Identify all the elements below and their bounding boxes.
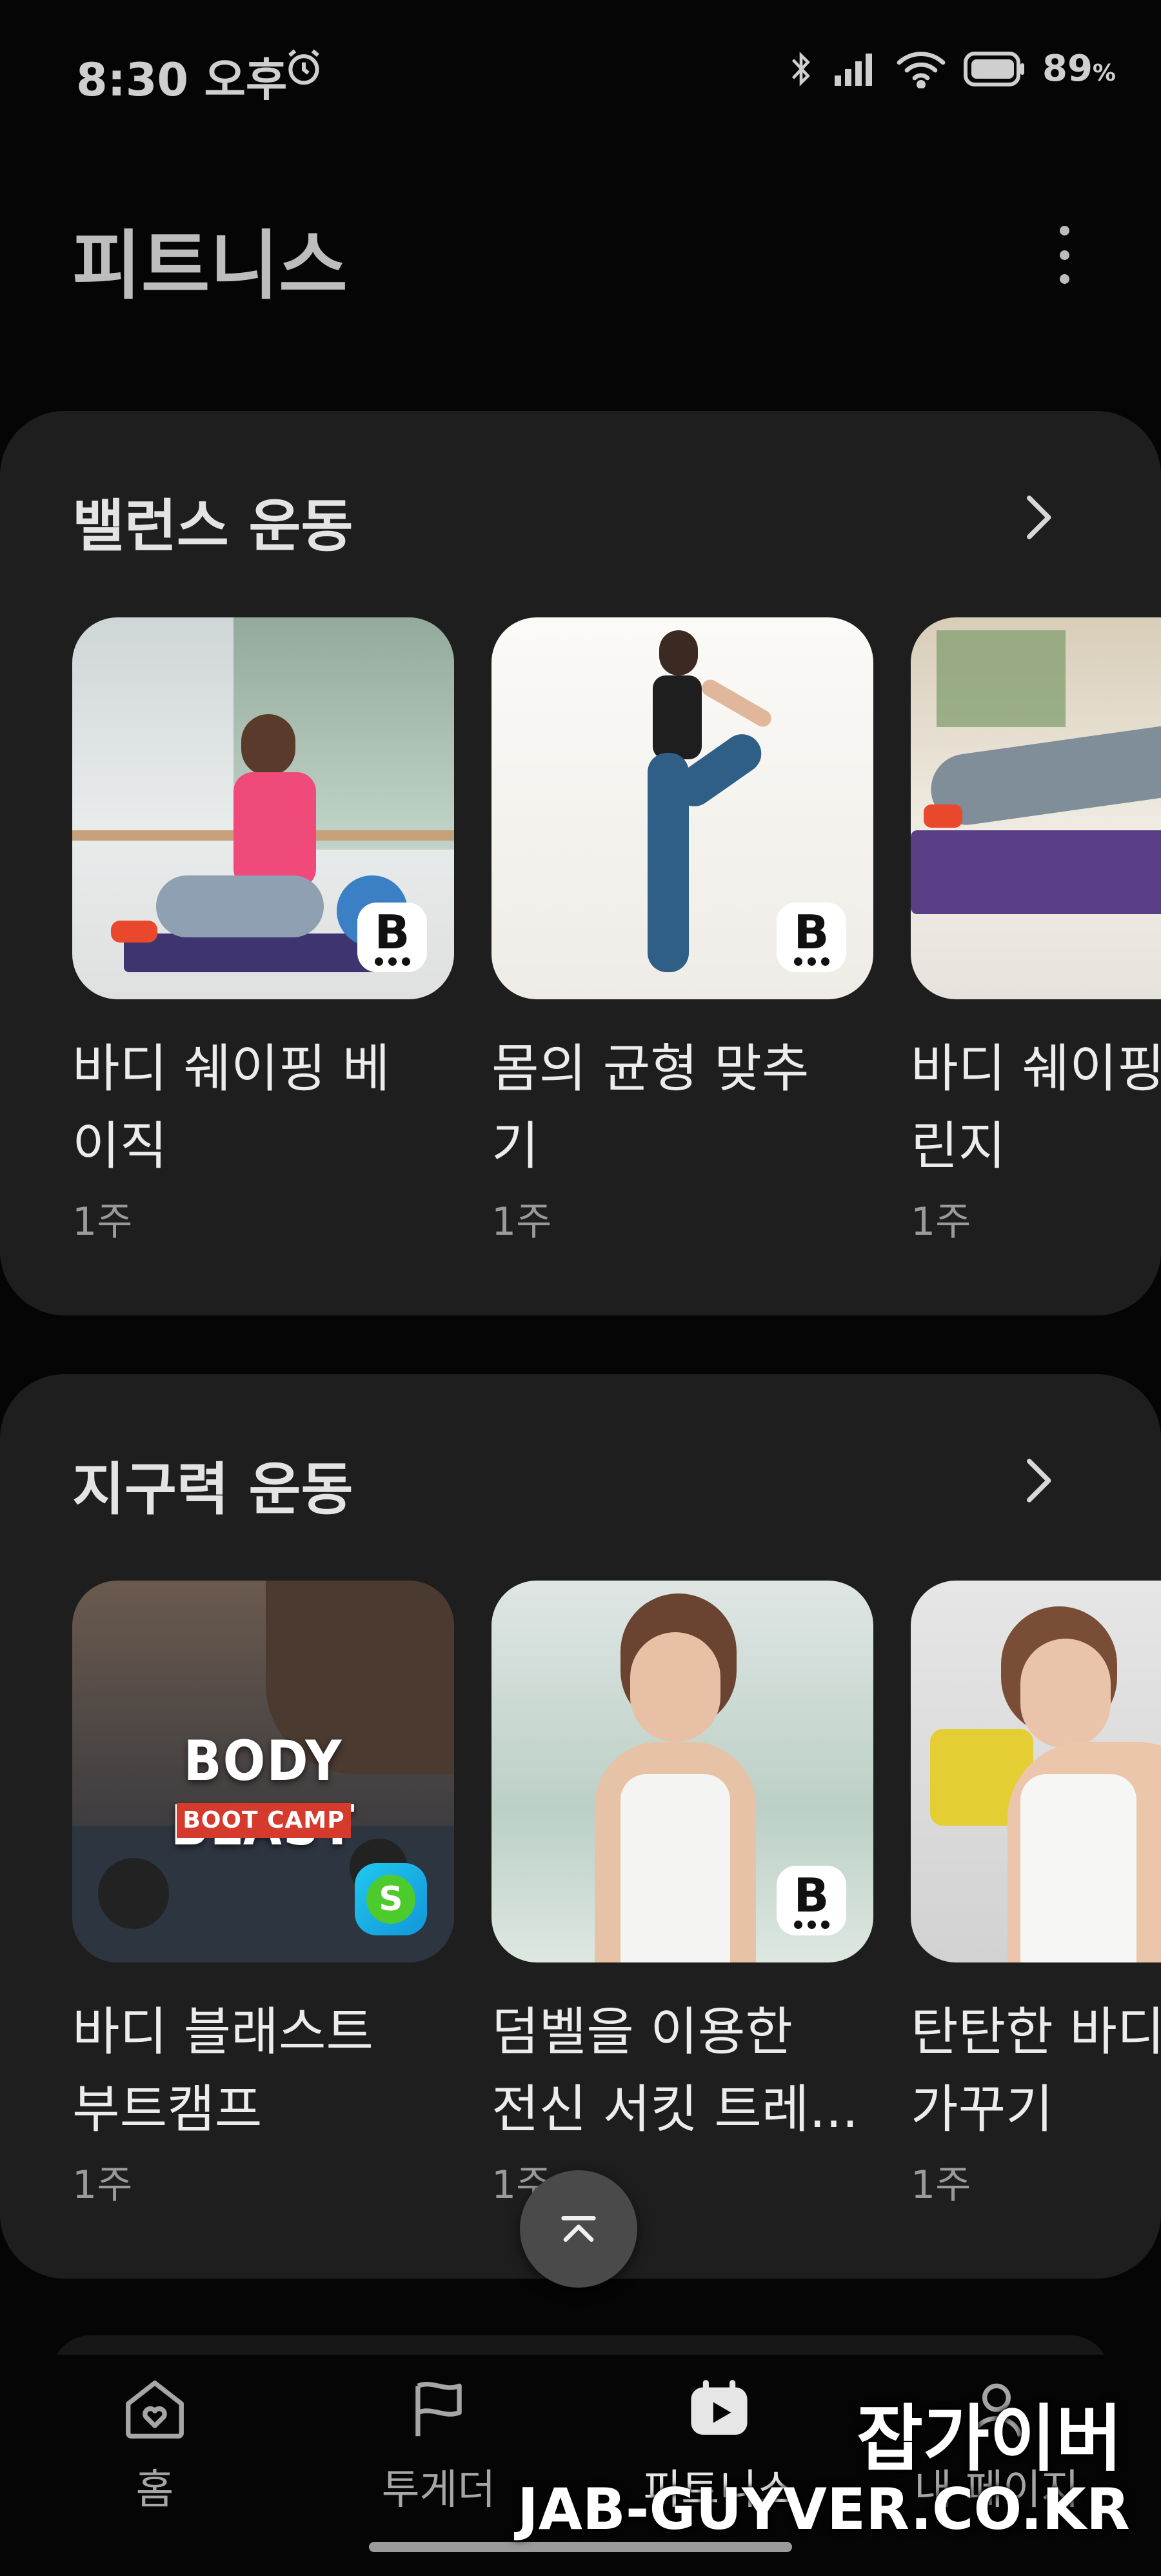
- status-bar: 8:30 오후 89%: [0, 0, 1161, 135]
- more-options-button[interactable]: [1045, 219, 1084, 290]
- program-thumbnail[interactable]: [911, 1581, 1161, 1962]
- program-carousel[interactable]: BODY BLAST BOOT CAMP S 바디 블래스트 부트캠프 1주 B…: [72, 1581, 1161, 2264]
- status-right: 89%: [787, 48, 1116, 90]
- program-carousel[interactable]: B 바디 쉐이핑 베 이직 1주 B 몸의 균형 맞추 기 1주 바디 쉐이핑 …: [72, 617, 1161, 1301]
- watermark-name: 잡가이버: [857, 2397, 1123, 2481]
- brand-badge-b: B: [357, 903, 427, 972]
- section-title[interactable]: 밸런스 운동: [72, 481, 353, 563]
- program-thumbnail[interactable]: B: [491, 1581, 873, 1962]
- program-duration: 1주: [911, 2162, 971, 2208]
- alarm-icon: [288, 49, 319, 85]
- program-duration: 1주: [911, 1199, 971, 1244]
- chevron-right-icon[interactable]: [1007, 1452, 1066, 1510]
- home-indicator[interactable]: [369, 2542, 792, 2552]
- nav-home[interactable]: 홈: [39, 2374, 271, 2516]
- play-calendar-icon: [691, 2380, 748, 2435]
- program-title: 덤벨을 이용한 전신 서킷 트레...: [491, 2002, 858, 2139]
- program-thumbnail[interactable]: B: [72, 617, 454, 999]
- program-title: 바디 쉐이핑 베 이직: [72, 1039, 390, 1176]
- program-title: 탄탄한 바디 가꾸기: [911, 2002, 1161, 2139]
- brand-badge-s: S: [355, 1863, 427, 1935]
- flag-icon: [415, 2382, 462, 2437]
- wifi-icon: [897, 51, 946, 88]
- battery-icon: [963, 51, 1024, 86]
- program-thumbnail[interactable]: BODY BLAST BOOT CAMP S: [72, 1581, 454, 1962]
- watermark-url: JAB-GUYVER.CO.KR: [517, 2476, 1130, 2542]
- more-vertical-icon: [1059, 226, 1069, 235]
- status-time: 8:30 오후: [76, 54, 288, 106]
- chevron-right-icon[interactable]: [1007, 488, 1066, 546]
- page-title: 피트니스: [72, 223, 348, 310]
- brand-badge-b: B: [777, 903, 846, 972]
- program-thumbnail[interactable]: B: [491, 617, 873, 999]
- signal-icon: [834, 53, 872, 86]
- thumbnail-logo-text: BODY BLAST: [171, 1729, 355, 1858]
- section-balance: 밸런스 운동 B 바디 쉐이핑 베 이직 1주 B 몸의 균형 맞추 기 1주 …: [0, 411, 1161, 1315]
- scroll-to-top-button[interactable]: [520, 2170, 637, 2288]
- program-title: 바디 블래스트 부트캠프: [72, 2002, 374, 2139]
- chevron-up-icon: [561, 2216, 596, 2242]
- bluetooth-icon: [791, 51, 810, 86]
- battery-level: 89%: [1042, 48, 1116, 90]
- program-duration: 1주: [72, 2162, 133, 2208]
- nav-label: 투게더: [381, 2466, 496, 2514]
- program-duration: 1주: [491, 1199, 552, 1244]
- section-title[interactable]: 지구력 운동: [72, 1444, 353, 1526]
- program-thumbnail[interactable]: [911, 617, 1161, 999]
- home-heart-icon: [126, 2381, 184, 2439]
- program-title: 몸의 균형 맞추 기: [491, 1039, 809, 1176]
- program-duration: 1주: [72, 1199, 133, 1244]
- brand-badge-b: B: [777, 1866, 846, 1935]
- program-title: 바디 쉐이핑 린지: [911, 1039, 1161, 1176]
- nav-label: 홈: [135, 2466, 174, 2514]
- thumbnail-logo-tag: BOOT CAMP: [177, 1803, 351, 1838]
- section-endurance: 지구력 운동 BODY BLAST BOOT CAMP S 바디 블래스트 부트…: [0, 1374, 1161, 2279]
